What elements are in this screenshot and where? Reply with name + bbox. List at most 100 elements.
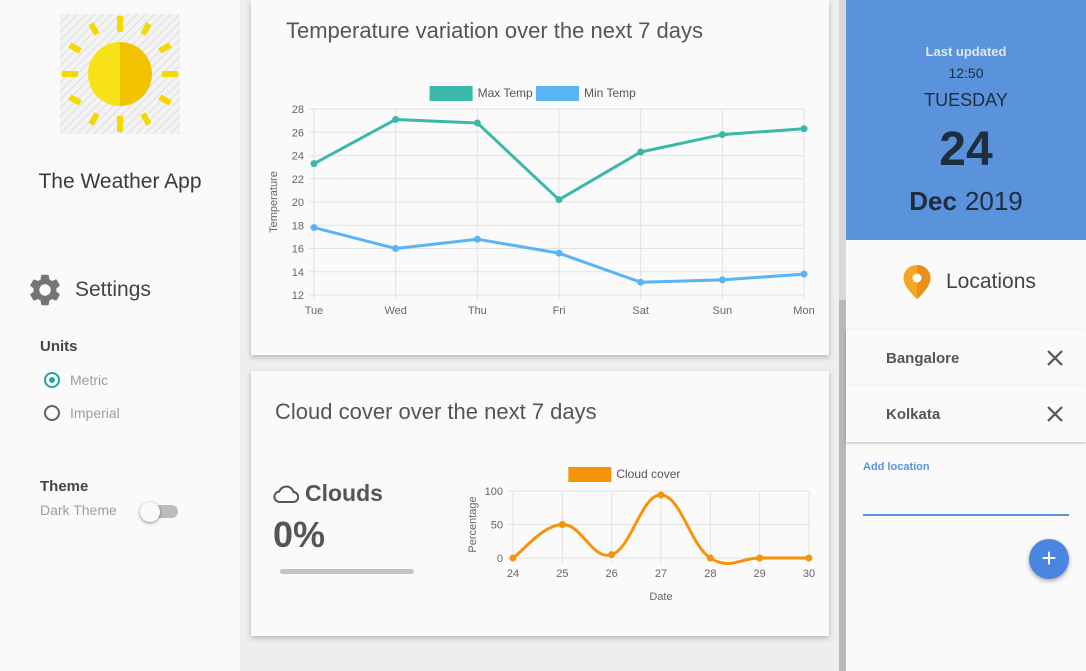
sun-logo-icon [60, 14, 180, 134]
y-tick-label: 100 [485, 486, 503, 498]
radio-button-metric[interactable] [44, 372, 60, 388]
plus-icon: + [1041, 543, 1057, 573]
data-point [608, 551, 616, 559]
y-tick-label: 16 [292, 244, 304, 256]
legend-label: Cloud cover [616, 467, 680, 481]
x-tick-label: 27 [655, 568, 667, 580]
add-location-input[interactable] [863, 478, 1069, 516]
legend-label: Min Temp [584, 86, 636, 100]
y-tick-label: 20 [292, 197, 304, 209]
location-name: Bangalore [886, 350, 960, 367]
x-tick-label: 24 [507, 568, 519, 580]
x-tick-label: Tue [305, 305, 324, 317]
month: Dec [909, 186, 957, 216]
units-label: Units [40, 338, 78, 355]
data-point [800, 270, 808, 278]
y-tick-label: 26 [292, 127, 304, 139]
temperature-chart: 12 14 16 18 20 22 24 26 28 Tue Wed Thu Fri Sat Sun Mon T… [268, 86, 815, 317]
data-point [392, 115, 400, 123]
x-tick-label: 25 [556, 568, 568, 580]
radio-imperial-label: Imperial [70, 405, 120, 421]
radio-metric-label: Metric [70, 372, 109, 388]
data-point [718, 276, 726, 284]
data-point [558, 521, 566, 528]
data-point [392, 245, 400, 252]
x-tick-label: Thu [468, 305, 487, 317]
date-number: 24 [939, 123, 993, 176]
settings-title: Settings [75, 278, 151, 301]
data-point [555, 249, 563, 257]
map-pin-icon [903, 265, 931, 299]
data-point [805, 554, 813, 562]
location-item[interactable]: Kolkata [846, 386, 1086, 442]
data-point [718, 131, 726, 139]
cloud-chart: 0 50 100 24 25 26 27 28 29 30 Percentage Date Cloud … [467, 467, 815, 603]
x-tick-label: Sun [713, 305, 733, 317]
sidebar: The Weather App Settings Units Metric Im… [0, 0, 240, 671]
data-point [706, 554, 714, 562]
y-axis-title: Temperature [268, 171, 280, 233]
x-tick-label: 26 [606, 568, 618, 580]
close-icon[interactable] [1046, 349, 1064, 367]
y-tick-label: 14 [292, 267, 304, 279]
radio-button-imperial[interactable] [44, 405, 60, 421]
y-tick-label: 0 [497, 553, 503, 565]
data-point [637, 148, 645, 156]
x-tick-label: 28 [704, 568, 716, 580]
right-panel: Last updated 12:50 TUESDAY 24 Dec 2019 Lo… [846, 0, 1086, 671]
locations-heading: Locations [902, 264, 1036, 300]
cloud-card: Cloud cover over the next 7 days Clouds … [251, 371, 829, 636]
weekday: TUESDAY [924, 90, 1008, 110]
data-point [756, 554, 764, 562]
x-tick-label: Mon [793, 305, 814, 317]
close-icon[interactable] [1046, 405, 1064, 423]
location-name: Kolkata [886, 406, 941, 423]
data-point [637, 278, 645, 286]
y-tick-label: 12 [292, 290, 304, 302]
radio-metric[interactable]: Metric [44, 372, 108, 388]
data-point [310, 160, 318, 168]
legend-swatch [568, 467, 612, 482]
x-tick-label: Wed [384, 305, 406, 317]
app-title: The Weather App [38, 170, 202, 193]
settings-heading: Settings [26, 271, 151, 309]
x-tick-label: Fri [553, 305, 566, 317]
legend-label: Max Temp [478, 86, 533, 100]
y-tick-label: 28 [292, 104, 304, 116]
month-year: Dec 2019 [846, 186, 1086, 217]
toggle-knob[interactable] [140, 501, 160, 522]
data-point [800, 125, 808, 133]
last-updated-time: 12:50 [948, 65, 984, 81]
x-tick-label: 30 [803, 568, 815, 580]
x-axis-title: Date [649, 591, 672, 603]
radio-imperial[interactable]: Imperial [44, 405, 120, 421]
location-item[interactable]: Bangalore [846, 330, 1086, 386]
y-tick-label: 24 [292, 151, 304, 163]
theme-label: Theme [40, 478, 89, 495]
add-location-button[interactable]: + [1029, 539, 1069, 579]
y-tick-label: 22 [292, 174, 304, 186]
y-axis-title: Percentage [467, 496, 479, 552]
add-location-label: Add location [863, 461, 930, 473]
scroll-thumb[interactable] [839, 300, 846, 671]
data-point [473, 119, 481, 127]
data-point [509, 554, 517, 562]
date-panel: Last updated 12:50 TUESDAY 24 Dec 2019 [846, 0, 1086, 240]
x-tick-label: 29 [754, 568, 766, 580]
data-point [473, 235, 481, 243]
x-tick-label: Sat [632, 305, 649, 317]
dark-theme-label: Dark Theme [40, 502, 117, 518]
data-point [657, 491, 665, 499]
y-tick-label: 50 [491, 520, 503, 532]
gear-icon [30, 274, 60, 306]
year: 2019 [964, 186, 1023, 216]
y-tick-label: 18 [292, 220, 304, 232]
last-updated-label: Last updated [925, 44, 1007, 59]
legend-swatch [429, 86, 473, 101]
main-scrollbar[interactable] [839, 0, 846, 671]
data-point [555, 196, 563, 204]
legend-swatch [536, 86, 579, 101]
locations-title: Locations [946, 270, 1036, 293]
dark-theme-toggle[interactable] [140, 501, 178, 522]
temperature-card: Temperature variation over the next 7 da… [251, 0, 829, 355]
